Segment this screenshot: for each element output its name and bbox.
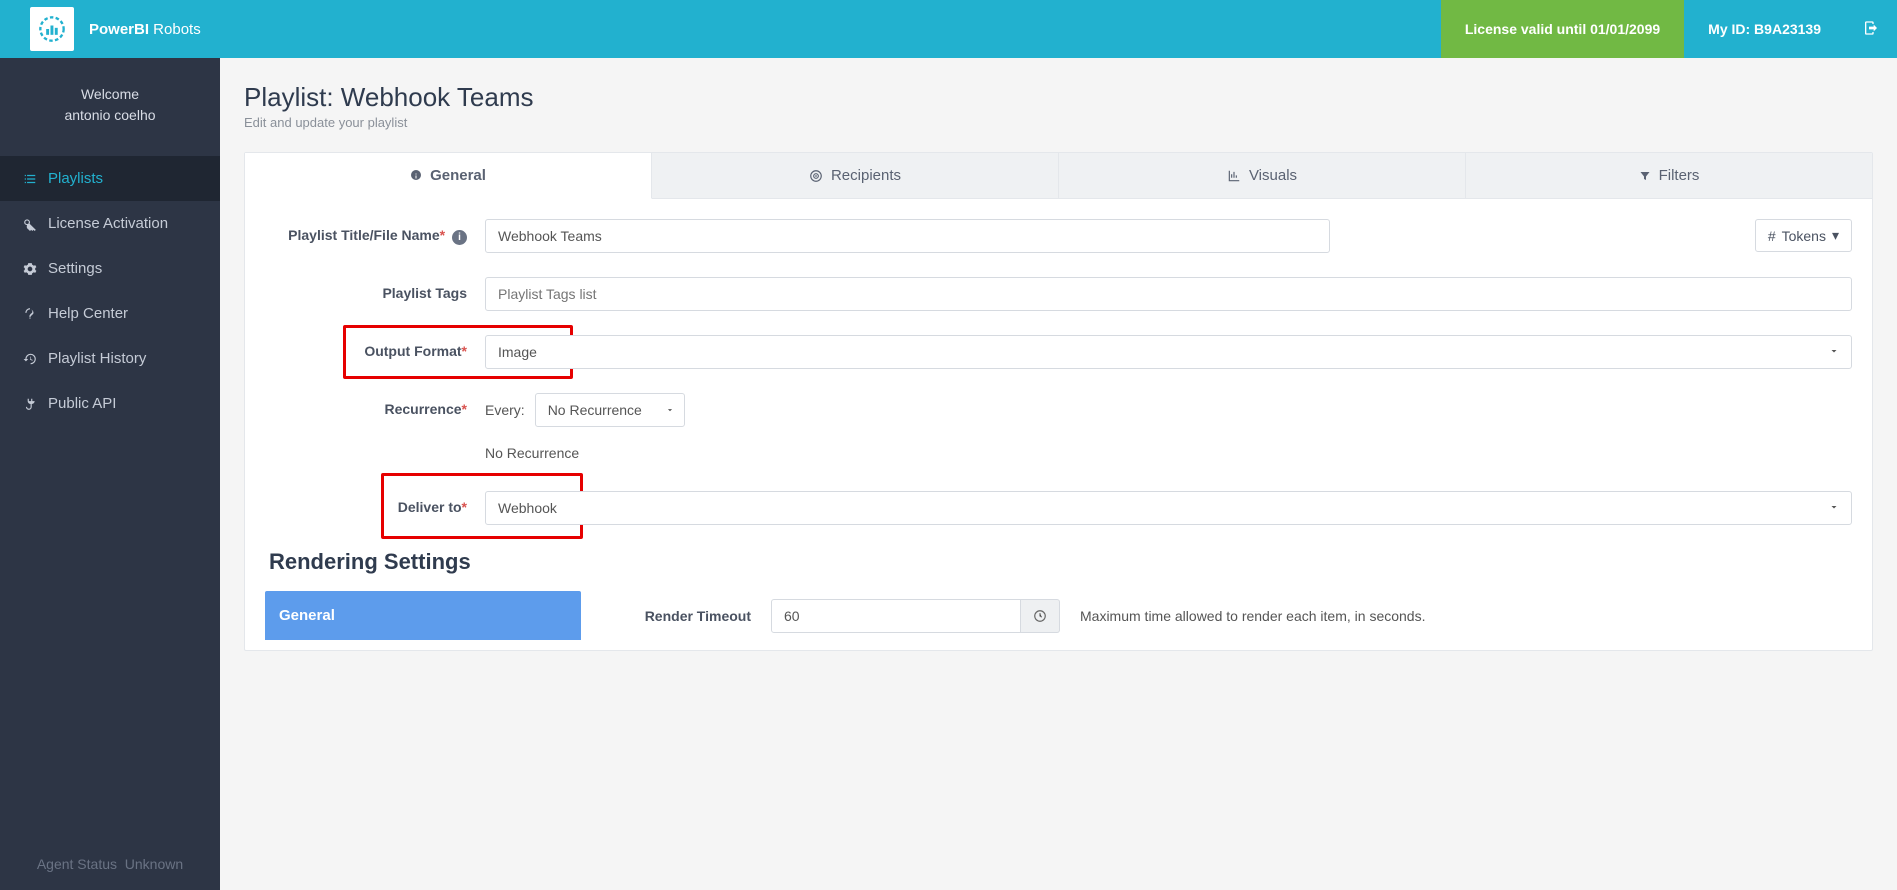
caret-down-icon: ▾ [1832, 227, 1839, 244]
license-badge: License valid until 01/01/2099 [1441, 0, 1684, 58]
clock-icon [1033, 609, 1047, 623]
info-icon [410, 169, 422, 183]
title-input[interactable] [485, 219, 1330, 253]
my-id-label: My ID: B9A23139 [1684, 21, 1845, 37]
sidebar-item-playlists[interactable]: Playlists [0, 156, 220, 201]
question-icon [22, 307, 38, 321]
recurrence-label: Recurrence* [265, 393, 485, 417]
agent-status: Agent Status Unknown [0, 856, 220, 872]
sidebar-item-license[interactable]: License Activation [0, 201, 220, 246]
plug-icon [22, 397, 38, 411]
main-content: Playlist: Webhook Teams Edit and update … [220, 58, 1897, 890]
tab-visuals[interactable]: Visuals [1059, 153, 1466, 198]
app-logo [30, 7, 74, 51]
page-subtitle: Edit and update your playlist [244, 115, 1873, 130]
output-format-label: Output Format* [265, 335, 485, 359]
tab-general[interactable]: General [245, 153, 652, 199]
render-timeout-label: Render Timeout [611, 608, 751, 624]
sidebar-item-help[interactable]: Help Center [0, 291, 220, 336]
sidebar: Welcome antonio coelho Playlists License… [0, 58, 220, 890]
brand-label: PowerBI Robots [89, 21, 201, 38]
tab-filters[interactable]: Filters [1466, 153, 1872, 198]
key-icon [22, 217, 38, 231]
output-format-select[interactable] [485, 335, 1852, 369]
info-tooltip-icon[interactable]: i [452, 230, 467, 245]
welcome-block: Welcome antonio coelho [0, 58, 220, 156]
sidebar-item-settings[interactable]: Settings [0, 246, 220, 291]
cogs-icon [22, 262, 38, 276]
tab-bar: General Recipients Visuals Filters [245, 153, 1872, 199]
filter-icon [1639, 169, 1651, 183]
clock-addon [1021, 599, 1060, 633]
deliver-to-label: Deliver to* [265, 491, 485, 515]
history-icon [22, 352, 38, 366]
list-icon [22, 172, 38, 186]
tags-label: Playlist Tags [265, 277, 485, 301]
sign-out-icon [1863, 20, 1879, 36]
logout-button[interactable] [1845, 20, 1897, 39]
rendering-tab-general[interactable]: General [265, 591, 581, 640]
sidebar-item-history[interactable]: Playlist History [0, 336, 220, 381]
page-title: Playlist: Webhook Teams [244, 82, 1873, 113]
topbar: PowerBI Robots License valid until 01/01… [0, 0, 1897, 58]
every-label: Every: [485, 402, 525, 418]
render-timeout-input[interactable] [771, 599, 1021, 633]
deliver-to-select[interactable] [485, 491, 1852, 525]
gear-chart-icon [38, 15, 66, 43]
sidebar-item-api[interactable]: Public API [0, 381, 220, 426]
recurrence-summary: No Recurrence [485, 445, 579, 461]
render-timeout-help: Maximum time allowed to render each item… [1080, 608, 1852, 624]
playlist-panel: General Recipients Visuals Filters [244, 152, 1873, 651]
bar-chart-icon [1227, 169, 1241, 183]
tags-input[interactable] [485, 277, 1852, 311]
target-icon [809, 169, 823, 183]
tab-recipients[interactable]: Recipients [652, 153, 1059, 198]
recurrence-select[interactable]: No Recurrence [535, 393, 685, 427]
hash-icon: # [1768, 228, 1776, 244]
title-label: Playlist Title/File Name* i [265, 219, 485, 245]
rendering-settings-title: Rendering Settings [265, 549, 1852, 575]
tokens-button[interactable]: # Tokens ▾ [1755, 219, 1852, 252]
